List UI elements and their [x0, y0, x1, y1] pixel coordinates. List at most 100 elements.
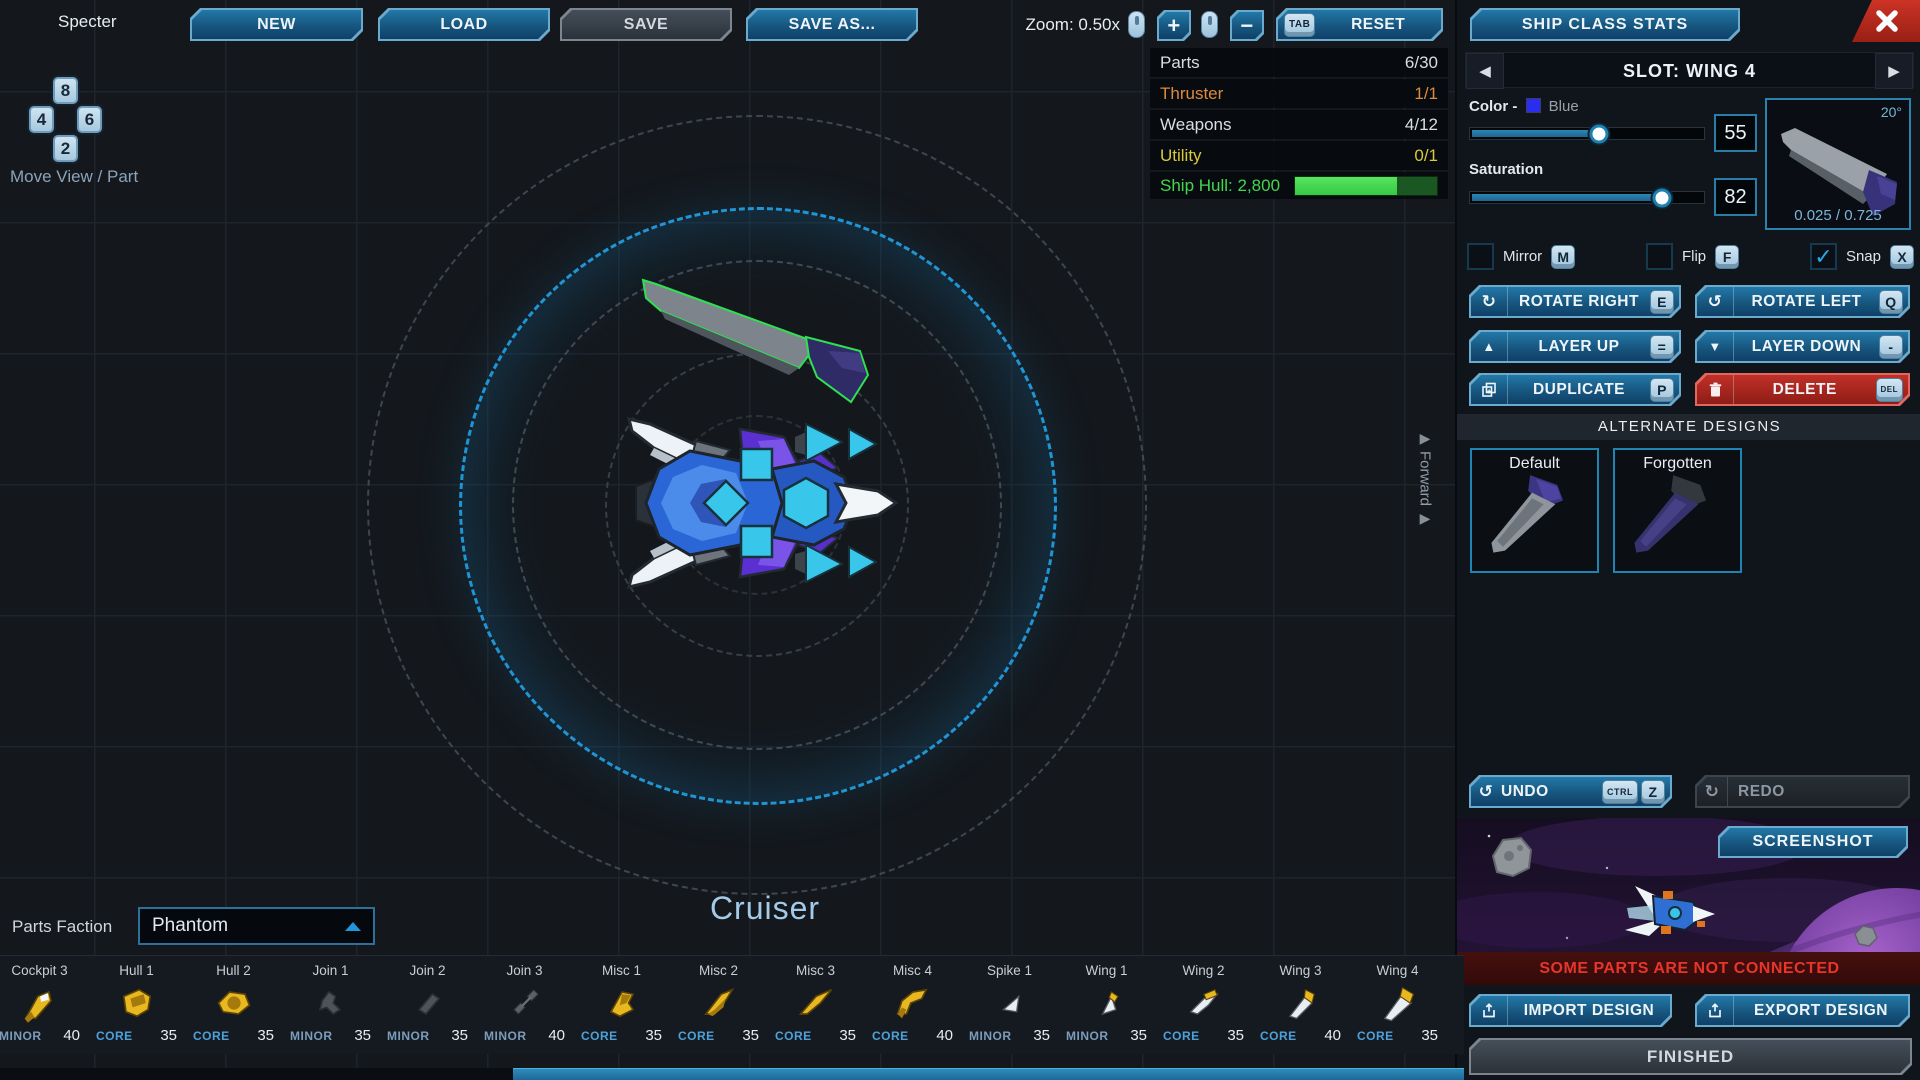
misc3-icon: [794, 981, 838, 1025]
import-design-button[interactable]: IMPORT DESIGN: [1469, 994, 1672, 1027]
parts-faction-label: Parts Faction: [12, 917, 112, 937]
part-spike-1[interactable]: Spike 1 MINOR 35: [961, 956, 1058, 1054]
cockpit3-icon: [18, 981, 62, 1025]
parts-faction-value: Phantom: [152, 909, 228, 943]
screenshot-preview: SCREENSHOT: [1457, 818, 1920, 952]
snap-label: Snap: [1846, 248, 1881, 265]
save-as-button[interactable]: SAVE AS...: [746, 8, 918, 41]
zoom-out-button[interactable]: −: [1230, 10, 1264, 41]
stat-row-thruster: Thruster 1/1: [1150, 79, 1448, 108]
key-badge-ctrl: CTRL: [1602, 780, 1638, 804]
close-icon: [1875, 9, 1899, 33]
layer-down-button[interactable]: ▼ LAYER DOWN -: [1695, 330, 1910, 363]
snap-checkbox[interactable]: ✓: [1810, 243, 1837, 270]
part-wing-2[interactable]: Wing 2 CORE 35: [1155, 956, 1252, 1054]
duplicate-button[interactable]: DUPLICATE P: [1469, 373, 1681, 406]
ship-preview[interactable]: [600, 260, 930, 600]
part-join-3[interactable]: Join 3 MINOR 40: [476, 956, 573, 1054]
triangle-up-icon: ▲: [1471, 332, 1508, 361]
mirror-checkbox[interactable]: [1467, 243, 1494, 270]
toggle-mirror[interactable]: Mirror M: [1467, 243, 1575, 270]
close-button[interactable]: [1852, 0, 1920, 42]
ship-editor: Specter 8 4 6 2 Move View / Part ▶ Forwa…: [0, 0, 1920, 1080]
hue-slider[interactable]: [1469, 127, 1705, 140]
redo-button[interactable]: ↻ REDO: [1695, 775, 1910, 808]
spike1-icon: [988, 981, 1032, 1025]
stat-row-utility: Utility 0/1: [1150, 141, 1448, 170]
arrow-right-icon: ▶: [1888, 62, 1900, 80]
toggle-flip[interactable]: Flip F: [1646, 243, 1739, 270]
prev-slot-button[interactable]: ◀: [1466, 53, 1504, 89]
undo-button[interactable]: ↺ UNDO CTRL Z: [1469, 775, 1672, 808]
slot-panel: SHIP CLASS STATS ◀ SLOT: WING 4 ▶ Color …: [1455, 0, 1920, 1080]
key-badge-f: F: [1715, 245, 1739, 269]
part-cockpit-3[interactable]: Cockpit 3 MINOR 40: [0, 956, 88, 1054]
trash-icon: [1708, 382, 1723, 398]
finished-button[interactable]: FINISHED: [1469, 1038, 1912, 1075]
hull-bar-fill: [1295, 177, 1397, 195]
next-slot-button[interactable]: ▶: [1875, 53, 1913, 89]
alternate-design-forgotten[interactable]: Forgotten: [1613, 448, 1742, 573]
new-button[interactable]: NEW: [190, 8, 363, 41]
rotate-right-button[interactable]: ↻ ROTATE RIGHT E: [1469, 285, 1681, 318]
part-wing-1[interactable]: Wing 1 MINOR 35: [1058, 956, 1155, 1054]
forward-arrow-top-icon: ▶: [1420, 430, 1431, 447]
saturation-slider-fill: [1472, 194, 1664, 201]
part-hull-1[interactable]: Hull 1 CORE 35: [88, 956, 185, 1054]
export-design-button[interactable]: EXPORT DESIGN: [1695, 994, 1910, 1027]
part-misc-2[interactable]: Misc 2 CORE 35: [670, 956, 767, 1054]
part-offsets: 0.025 / 0.725: [1767, 207, 1909, 224]
stat-row-parts: Parts 6/30: [1150, 48, 1448, 77]
saturation-slider[interactable]: [1469, 191, 1705, 204]
mouse-scroll-up-icon: [1128, 11, 1145, 38]
key-badge-p: P: [1650, 378, 1674, 402]
part-wing-4[interactable]: Wing 4 CORE 35: [1349, 956, 1446, 1054]
parts-faction-dropdown[interactable]: Phantom: [138, 907, 375, 945]
alternate-design-default[interactable]: Default: [1470, 448, 1599, 573]
arrow-left-icon: ◀: [1479, 62, 1491, 80]
saturation-value[interactable]: 82: [1714, 178, 1757, 216]
part-join-1[interactable]: Join 1 MINOR 35: [282, 956, 379, 1054]
misc1-icon: [600, 981, 644, 1025]
slot-header: ◀ SLOT: WING 4 ▶: [1465, 52, 1914, 88]
part-misc-1[interactable]: Misc 1 CORE 35: [573, 956, 670, 1054]
forward-label: Forward: [1417, 451, 1434, 506]
key-badge-del: DEL: [1876, 378, 1904, 402]
ship-class-stats-button[interactable]: SHIP CLASS STATS: [1470, 8, 1740, 41]
part-angle: 20°: [1881, 104, 1902, 120]
part-join-2[interactable]: Join 2 MINOR 35: [379, 956, 476, 1054]
join3-icon: [503, 981, 547, 1025]
load-button[interactable]: LOAD: [378, 8, 550, 41]
color-swatch: [1526, 98, 1541, 113]
wing2-icon: [1182, 981, 1226, 1025]
parts-scrollbar-thumb[interactable]: [513, 1068, 1464, 1080]
hull-stat-row: Ship Hull: 2,800: [1150, 172, 1448, 199]
parts-scrollbar-track[interactable]: [0, 1068, 1464, 1080]
saturation-slider-thumb[interactable]: [1652, 188, 1671, 207]
join2-icon: [406, 981, 450, 1025]
part-misc-3[interactable]: Misc 3 CORE 35: [767, 956, 864, 1054]
zoom-in-button[interactable]: +: [1157, 10, 1191, 41]
color-name: Blue: [1549, 98, 1579, 115]
reset-button[interactable]: TAB RESET: [1276, 8, 1443, 41]
rotate-cw-icon: ↻: [1471, 287, 1508, 316]
delete-button[interactable]: DELETE DEL: [1695, 373, 1910, 406]
part-hull-2[interactable]: Hull 2 CORE 35: [185, 956, 282, 1054]
key-badge-z: Z: [1641, 780, 1665, 804]
toggle-snap[interactable]: ✓ Snap X: [1810, 243, 1914, 270]
misc2-icon: [697, 981, 741, 1025]
part-misc-4[interactable]: Misc 4 CORE 40: [864, 956, 961, 1054]
hue-slider-thumb[interactable]: [1589, 124, 1608, 143]
hull1-icon: [115, 981, 159, 1025]
part-wing-3[interactable]: Wing 3 CORE 40: [1252, 956, 1349, 1054]
key-badge-q: Q: [1879, 290, 1903, 314]
zoom-level: Zoom: 0.50x: [990, 8, 1120, 41]
rotate-left-button[interactable]: ↺ ROTATE LEFT Q: [1695, 285, 1910, 318]
hue-value[interactable]: 55: [1714, 114, 1757, 152]
key-badge-minus: -: [1879, 335, 1903, 359]
flip-checkbox[interactable]: [1646, 243, 1673, 270]
slot-title: SLOT: WING 4: [1504, 53, 1875, 89]
layer-up-button[interactable]: ▲ LAYER UP =: [1469, 330, 1681, 363]
save-button[interactable]: SAVE: [560, 8, 732, 41]
screenshot-button[interactable]: SCREENSHOT: [1718, 826, 1908, 858]
